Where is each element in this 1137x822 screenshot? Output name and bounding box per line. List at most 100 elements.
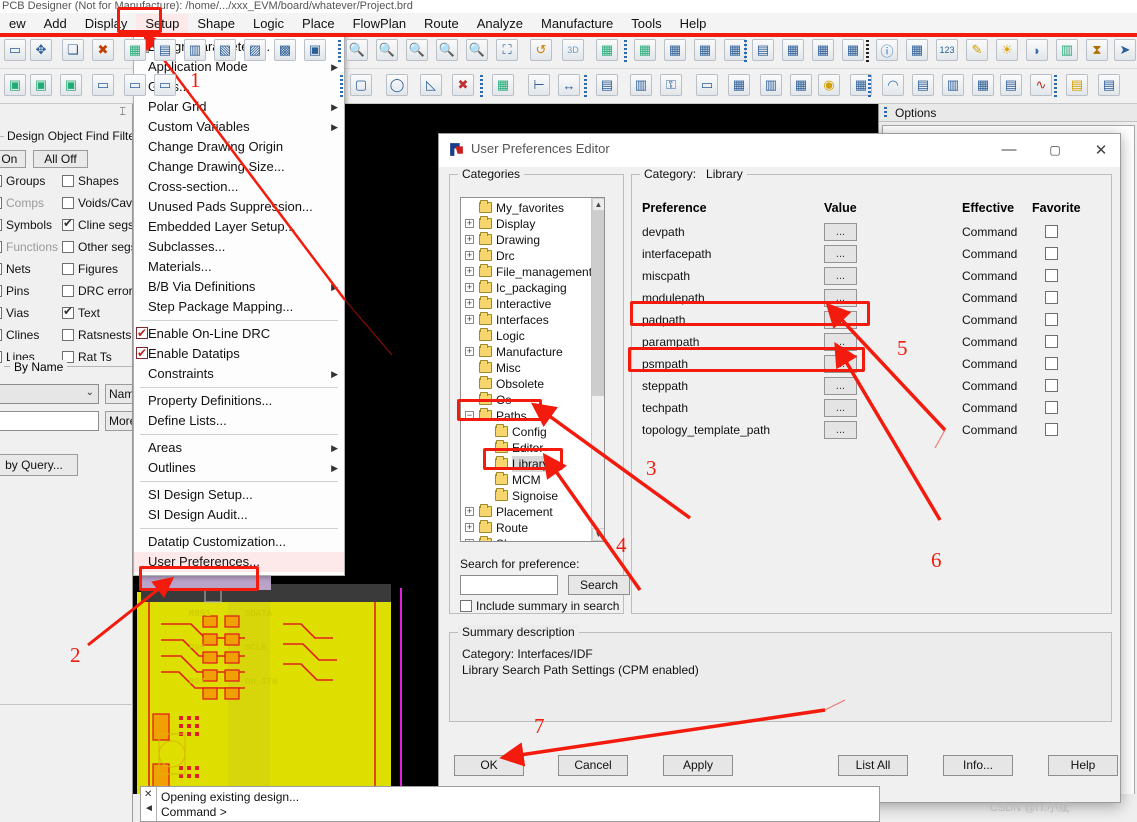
toolbar-icon[interactable]: ▥	[184, 39, 208, 63]
preference-favorite-checkbox[interactable]	[1045, 335, 1058, 348]
all-on-button[interactable]: All On	[0, 150, 26, 168]
setup-menu-item-si-design-setup[interactable]: SI Design Setup...	[134, 485, 344, 505]
toolbar-icon[interactable]: ▨	[244, 39, 268, 63]
tree-node-manufacture[interactable]: +Manufacture	[461, 344, 591, 360]
preference-favorite-checkbox[interactable]	[1045, 291, 1058, 304]
toolbar-icon[interactable]: ∿	[1030, 74, 1054, 98]
help-button[interactable]: Help	[1048, 755, 1118, 776]
setup-menu-item-si-design-audit[interactable]: SI Design Audit...	[134, 505, 344, 525]
checkbox-symbols[interactable]	[0, 219, 2, 231]
toolbar-icon[interactable]: ▧	[214, 39, 238, 63]
checkbox-ratsnests[interactable]	[62, 329, 74, 341]
toolbar-icon[interactable]: ▣	[60, 74, 84, 98]
checkbox-text[interactable]	[62, 307, 74, 319]
filter-figures[interactable]: Figures	[62, 262, 118, 276]
scroll-down-icon[interactable]: ▼	[592, 528, 605, 541]
preference-row[interactable]: miscpath...Command	[632, 265, 1115, 289]
toolbar-icon[interactable]: ▦	[790, 74, 814, 98]
toolbar-icon[interactable]: ▭	[696, 74, 720, 98]
toolbar-icon[interactable]: ▥	[630, 74, 654, 98]
filter-text[interactable]: Text	[62, 306, 100, 320]
tree-node-display[interactable]: +Display	[461, 216, 591, 232]
filter-clines[interactable]: Clines	[0, 328, 39, 342]
toolbar-icon[interactable]: ✖	[452, 74, 476, 98]
tree-node-my_favorites[interactable]: My_favorites	[461, 200, 591, 216]
drag-handle-icon[interactable]	[884, 107, 887, 119]
toolbar-icon[interactable]: ◠	[882, 74, 906, 98]
setup-menu-item-unused-pads-suppression[interactable]: Unused Pads Suppression...	[134, 197, 344, 217]
toolbar-icon[interactable]: ▦	[124, 39, 148, 63]
toolbar-icon[interactable]: ▤	[912, 74, 936, 98]
filter-cline-segs[interactable]: Cline segs	[62, 218, 133, 232]
toolbar-icon[interactable]: ▭	[124, 74, 148, 98]
toolbar-icon[interactable]: ▥	[760, 74, 784, 98]
setup-menu-item-areas[interactable]: Areas▶	[134, 438, 344, 458]
toolbar-icon[interactable]: 🔍	[436, 39, 460, 63]
preference-value-button[interactable]: ...	[824, 267, 857, 285]
expand-icon[interactable]: +	[465, 539, 474, 542]
setup-menu-item-enable-datatips[interactable]: Enable Datatips	[134, 344, 344, 364]
menu-manufacture[interactable]: Manufacture	[532, 14, 622, 33]
panel-pin-icon[interactable]: ⌶	[119, 106, 126, 119]
scroll-up-icon[interactable]: ▲	[592, 198, 605, 211]
menu-shape[interactable]: Shape	[188, 14, 244, 33]
search-button[interactable]: Search	[568, 575, 630, 595]
checkbox-pins[interactable]	[0, 285, 2, 297]
more-button[interactable]: More...	[105, 411, 133, 431]
preference-favorite-checkbox[interactable]	[1045, 401, 1058, 414]
setup-menu-item-datatip-customization[interactable]: Datatip Customization...	[134, 532, 344, 552]
preference-favorite-checkbox[interactable]	[1045, 313, 1058, 326]
tree-node-placement[interactable]: +Placement	[461, 504, 591, 520]
tree-node-file_management[interactable]: +File_management	[461, 264, 591, 280]
filter-groups[interactable]: Groups	[0, 174, 45, 188]
toolbar-icon[interactable]: ✥	[30, 39, 54, 63]
toolbar-icon[interactable]: ▤	[752, 39, 776, 63]
setup-dropdown-menu[interactable]: Design Parameters...Application Mode▶Gri…	[133, 33, 345, 576]
filter-ratsnests[interactable]: Ratsnests	[62, 328, 131, 342]
tree-node-drc[interactable]: +Drc	[461, 248, 591, 264]
menu-view[interactable]: ew	[0, 14, 35, 33]
expand-icon[interactable]: +	[465, 523, 474, 532]
toolbar-icon[interactable]: ◗	[1026, 39, 1050, 63]
setup-menu-item-change-drawing-origin[interactable]: Change Drawing Origin	[134, 137, 344, 157]
dialog-maximize-button[interactable]: ▢	[1032, 134, 1078, 165]
checkbox-include-summary[interactable]	[460, 600, 472, 612]
menu-analyze[interactable]: Analyze	[468, 14, 532, 33]
filter-voids[interactable]: Voids/Cavities	[62, 196, 133, 210]
toolbar-icon[interactable]: ▥	[942, 74, 966, 98]
options-pane-header[interactable]: Options	[879, 104, 1137, 122]
expand-icon[interactable]: +	[465, 283, 474, 292]
toolbar-icon[interactable]: 🔍	[346, 39, 370, 63]
setup-menu-item-b-b-via-definitions[interactable]: B/B Via Definitions▶	[134, 277, 344, 297]
toolbar-icon[interactable]: ⛶	[496, 39, 520, 63]
tree-node-logic[interactable]: Logic	[461, 328, 591, 344]
menu-route[interactable]: Route	[415, 14, 468, 33]
toolbar-icon[interactable]: ▩	[274, 39, 298, 63]
setup-menu-item-polar-grid[interactable]: Polar Grid▶	[134, 97, 344, 117]
setup-menu-item-outlines[interactable]: Outlines▶	[134, 458, 344, 478]
menu-place[interactable]: Place	[293, 14, 344, 33]
preference-value-button[interactable]: ...	[824, 399, 857, 417]
dialog-title-bar[interactable]: User Preferences Editor — ▢ ✕	[439, 134, 1120, 167]
toolbar-icon[interactable]: ⊢	[528, 74, 552, 98]
cancel-button[interactable]: Cancel	[558, 755, 628, 776]
tree-node-mcm[interactable]: MCM	[461, 472, 591, 488]
expand-icon[interactable]: +	[465, 219, 474, 228]
toolbar-icon[interactable]: ➤	[1114, 39, 1137, 63]
checkbox-lines[interactable]	[0, 351, 2, 363]
by-name-select[interactable]: ⌄	[0, 384, 99, 404]
categories-tree[interactable]: My_favorites+Display+Drawing+Drc+File_ma…	[460, 197, 605, 542]
tree-node-signoise[interactable]: Signoise	[461, 488, 591, 504]
toolbar-icon[interactable]: ↔	[558, 74, 582, 98]
checkbox-figures[interactable]	[62, 263, 74, 275]
toolbar-icon[interactable]: 🔍	[376, 39, 400, 63]
toolbar-icon[interactable]: ⚿	[660, 74, 684, 98]
checkbox-clines[interactable]	[0, 329, 2, 341]
toolbar-icon[interactable]: ◉	[818, 74, 842, 98]
menu-flowplan[interactable]: FlowPlan	[344, 14, 415, 33]
expand-icon[interactable]: +	[465, 315, 474, 324]
toolbar-icon[interactable]: ▦	[492, 74, 516, 98]
dialog-minimize-button[interactable]: —	[986, 134, 1032, 165]
checkbox-groups[interactable]	[0, 175, 2, 187]
toolbar-icon[interactable]: ▭	[4, 39, 28, 63]
